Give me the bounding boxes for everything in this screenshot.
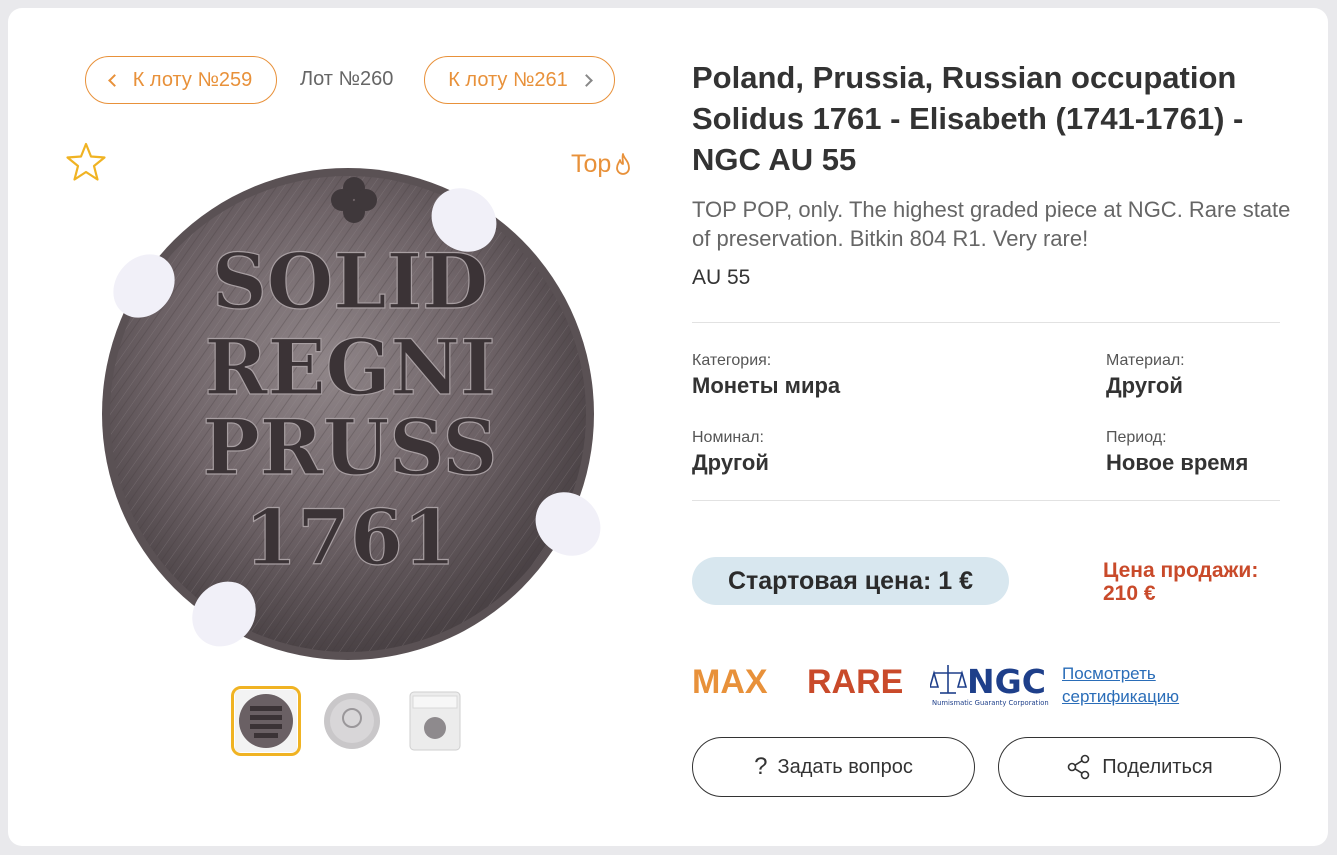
ngc-logo-subtext: Numismatic Guaranty Corporation — [932, 699, 1049, 707]
prev-lot-button[interactable]: К лоту №259 — [85, 56, 277, 104]
lot-title: Poland, Prussia, Russian occupation Soli… — [692, 60, 1244, 177]
coin-thumbnail-icon — [235, 690, 297, 752]
period-label: Период: — [1106, 429, 1167, 446]
coin-legend-line-1: SOLID — [212, 237, 488, 326]
divider — [692, 322, 1280, 323]
material-value: Другой — [1106, 373, 1183, 398]
chevron-right-icon — [579, 73, 593, 87]
share-icon — [1067, 754, 1090, 780]
next-lot-button[interactable]: К лоту №261 — [424, 56, 615, 104]
prev-lot-label: К лоту №259 — [132, 68, 253, 91]
cert-link-line-1: Посмотреть — [1062, 664, 1156, 683]
coin-legend-line-2: REGNI — [204, 323, 495, 412]
divider — [692, 500, 1280, 501]
view-certification-link[interactable]: Посмотреть сертификацию — [1062, 662, 1179, 708]
category-value: Монеты мира — [692, 373, 841, 398]
category-label: Категория: — [692, 352, 772, 369]
slab-thumbnail-icon — [409, 691, 461, 751]
cert-link-line-2: сертификацию — [1062, 687, 1180, 706]
sold-price-label: Цена продажи: — [1103, 559, 1259, 582]
material-label: Материал: — [1106, 352, 1185, 369]
next-lot-label: К лоту №261 — [448, 68, 568, 91]
share-label: Поделиться — [1102, 755, 1213, 778]
start-price-badge: Стартовая цена: 1 € — [692, 557, 1009, 605]
current-lot-number: Лот №260 — [300, 68, 394, 90]
lot-description: TOP POP, only. The highest graded piece … — [692, 197, 1291, 251]
thumbnail-reverse[interactable] — [317, 686, 387, 756]
thumbnail-slab[interactable] — [400, 686, 470, 756]
chevron-left-icon — [107, 73, 121, 87]
ask-question-label: Задать вопрос — [777, 755, 913, 778]
coin-legend-line-4: 1761 — [244, 493, 456, 582]
max-tag: MAX — [692, 663, 768, 701]
share-button[interactable]: Поделиться — [998, 737, 1281, 797]
rare-tag: RARE — [807, 663, 904, 701]
thumbnail-obverse[interactable] — [231, 686, 301, 756]
nominal-value: Другой — [692, 450, 769, 475]
lot-grade: AU 55 — [692, 266, 751, 289]
fire-icon — [616, 152, 631, 175]
coin-thumbnail-icon — [324, 693, 380, 749]
ask-question-button[interactable]: ? Задать вопрос — [692, 737, 975, 797]
coin-image[interactable]: SOLID REGNI PRUSS 1761 — [92, 168, 604, 666]
period-value: Новое время — [1106, 450, 1249, 475]
question-mark-icon: ? — [754, 753, 768, 780]
sold-price-value: 210 € — [1103, 582, 1156, 605]
nominal-label: Номинал: — [692, 429, 764, 446]
ngc-logo-text: NGC — [967, 662, 1046, 701]
ngc-logo: NGC Numismatic Guaranty Corporation — [930, 662, 1049, 707]
coin-legend-line-3: PRUSS — [203, 403, 498, 492]
